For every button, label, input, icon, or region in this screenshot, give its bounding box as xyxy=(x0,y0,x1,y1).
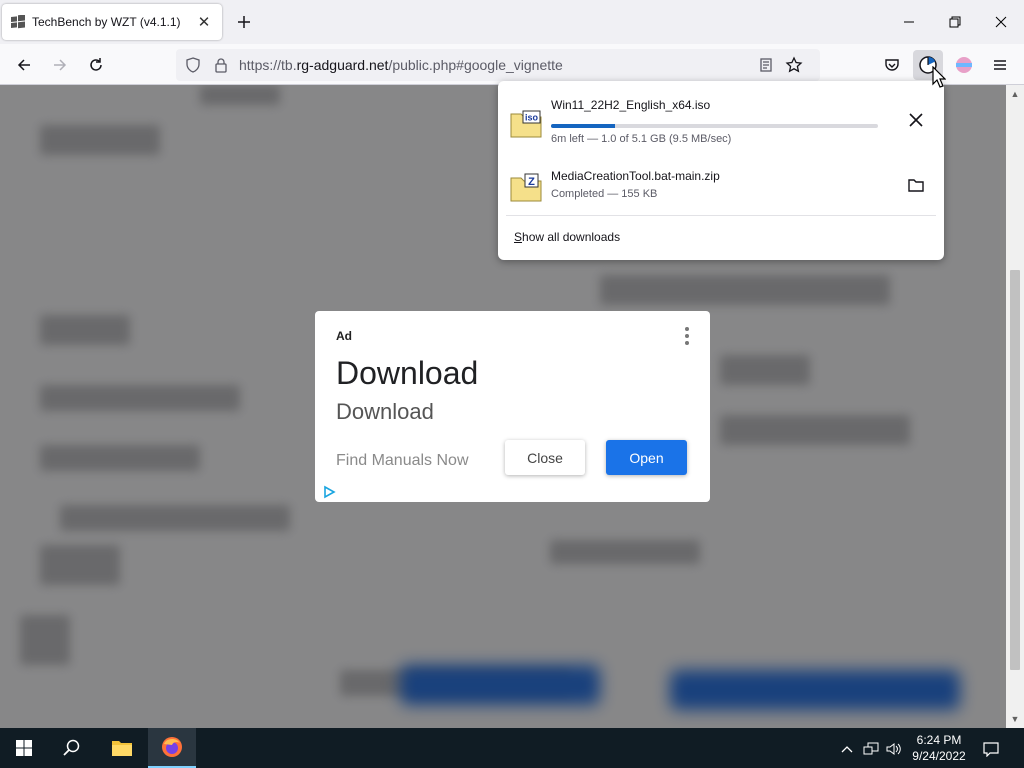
divider xyxy=(506,215,936,216)
clock-date: 9/24/2022 xyxy=(912,749,966,763)
page-scrollbar[interactable]: ▲ ▼ xyxy=(1006,85,1024,728)
url-host: rg-adguard.net xyxy=(296,57,389,73)
start-button[interactable] xyxy=(0,728,48,768)
ad-description: Find Manuals Now xyxy=(336,452,469,469)
shield-icon[interactable] xyxy=(183,55,203,75)
reader-view-icon[interactable] xyxy=(756,55,776,75)
show-all-accel: S xyxy=(514,230,523,244)
download-filename: Win11_22H2_English_x64.iso xyxy=(551,98,711,112)
network-icon[interactable] xyxy=(862,740,880,758)
vignette-ad: Ad Download Download Find Manuals Now Cl… xyxy=(315,311,710,502)
folder-icon[interactable] xyxy=(904,173,928,197)
volume-icon[interactable] xyxy=(885,740,903,758)
file-explorer-button[interactable] xyxy=(98,728,146,768)
url-path: /public.php#google_vignette xyxy=(388,57,563,73)
url-prefix: https://tb. xyxy=(239,57,297,73)
back-icon[interactable] xyxy=(9,50,39,80)
window-close-button[interactable] xyxy=(978,0,1024,44)
download-progress-fill xyxy=(551,124,616,128)
tab-close-icon[interactable]: ✕ xyxy=(194,12,214,32)
scroll-up-icon[interactable]: ▲ xyxy=(1009,88,1021,100)
account-icon[interactable] xyxy=(949,50,979,80)
menu-icon[interactable] xyxy=(985,50,1015,80)
download-status: Completed — 155 KB xyxy=(551,188,658,200)
pocket-icon[interactable] xyxy=(877,50,907,80)
folder-icon xyxy=(112,741,132,756)
bookmark-star-icon[interactable] xyxy=(784,55,804,75)
scroll-thumb[interactable] xyxy=(1010,270,1020,670)
ad-options-icon[interactable] xyxy=(681,327,693,345)
url-text[interactable]: https://tb.rg-adguard.net/public.php#goo… xyxy=(239,57,563,73)
ad-close-button[interactable]: Close xyxy=(505,440,585,475)
minimize-button[interactable] xyxy=(886,0,932,44)
ad-subheadline[interactable]: Download xyxy=(336,399,434,425)
forward-icon[interactable] xyxy=(45,50,75,80)
windows-start-icon xyxy=(16,740,32,756)
tray-overflow-icon[interactable] xyxy=(838,740,856,758)
download-filename: MediaCreationTool.bat-main.zip xyxy=(551,169,720,183)
iso-file-icon: iso xyxy=(510,110,542,138)
ad-headline[interactable]: Download xyxy=(336,355,478,392)
firefox-icon xyxy=(162,737,182,757)
zip-file-icon: Z xyxy=(510,173,542,202)
browser-tab[interactable]: TechBench by WZT (v4.1.1) ✕ xyxy=(2,4,222,40)
firefox-taskbar-button[interactable] xyxy=(148,728,196,768)
restore-button[interactable] xyxy=(932,0,978,44)
tab-title: TechBench by WZT (v4.1.1) xyxy=(32,15,181,29)
show-all-label: how all downloads xyxy=(522,230,621,244)
notifications-icon[interactable] xyxy=(982,740,1000,758)
clock-time: 6:24 PM xyxy=(916,733,962,747)
lock-icon[interactable] xyxy=(211,55,231,75)
url-bar[interactable]: https://tb.rg-adguard.net/public.php#goo… xyxy=(176,49,820,81)
show-all-downloads-link[interactable]: Show all downloads xyxy=(514,230,620,244)
zip-label: Z xyxy=(528,176,535,188)
tab-strip: TechBench by WZT (v4.1.1) ✕ xyxy=(0,0,1024,44)
cancel-download-icon[interactable] xyxy=(904,108,928,132)
windows-logo-icon xyxy=(10,14,26,30)
download-item[interactable]: Z MediaCreationTool.bat-main.zip Complet… xyxy=(498,151,944,215)
downloads-panel: iso Win11_22H2_English_x64.iso 6m left —… xyxy=(498,81,944,260)
ad-choices-icon[interactable] xyxy=(322,485,336,499)
navigation-toolbar: https://tb.rg-adguard.net/public.php#goo… xyxy=(0,44,1024,85)
ad-open-button[interactable]: Open xyxy=(606,440,687,475)
reload-icon[interactable] xyxy=(81,50,111,80)
taskbar: 6:24 PM 9/24/2022 xyxy=(0,728,1024,768)
iso-label: iso xyxy=(525,113,539,123)
search-icon xyxy=(63,739,80,756)
system-clock[interactable]: 6:24 PM 9/24/2022 xyxy=(906,732,972,764)
search-button[interactable] xyxy=(48,728,96,768)
new-tab-button[interactable] xyxy=(232,10,256,34)
download-status: 6m left — 1.0 of 5.1 GB (9.5 MB/sec) xyxy=(551,133,732,145)
mouse-cursor-icon xyxy=(932,66,946,88)
download-item[interactable]: iso Win11_22H2_English_x64.iso 6m left —… xyxy=(498,87,944,151)
ad-label: Ad xyxy=(336,329,352,343)
scroll-down-icon[interactable]: ▼ xyxy=(1009,713,1021,725)
download-progress-bar xyxy=(551,124,878,128)
